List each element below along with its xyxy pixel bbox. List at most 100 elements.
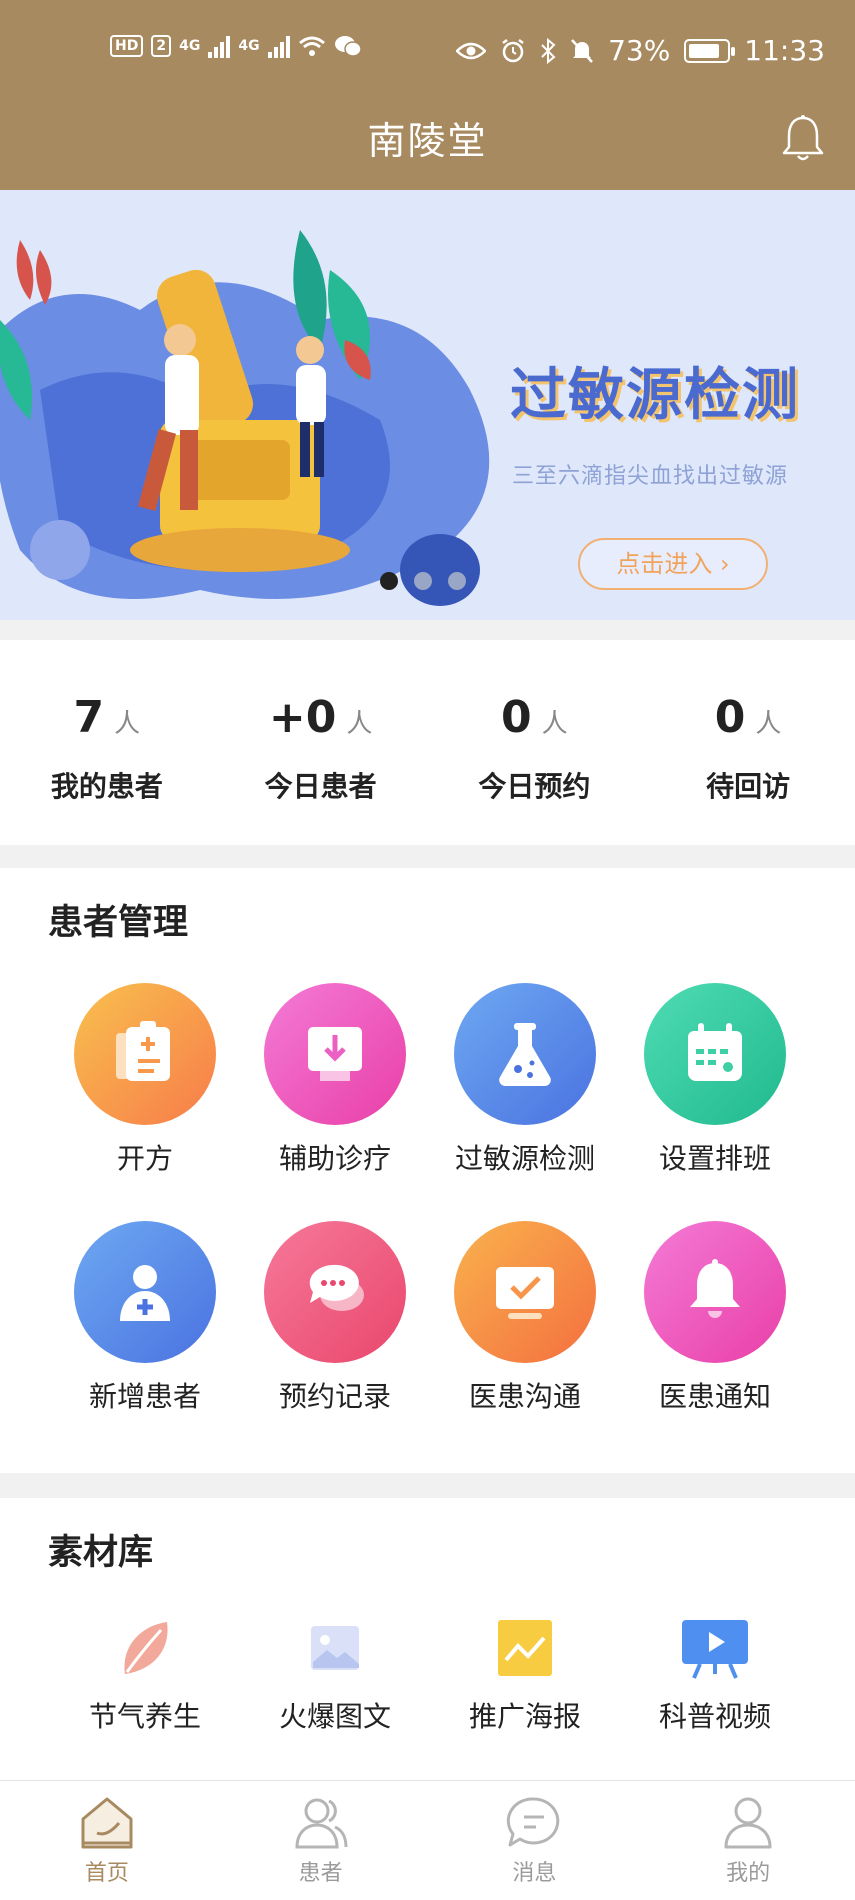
material-promo-posters[interactable]: 推广海报 [430, 1613, 620, 1735]
tab-patients[interactable]: 患者 [214, 1781, 428, 1900]
wifi-icon [298, 36, 325, 56]
menu-label: 节气养生 [88, 1700, 201, 1733]
download-screen-icon [264, 983, 406, 1125]
menu-label: 辅助诊疗 [278, 1142, 391, 1175]
menu-prescription[interactable]: 开方 [50, 983, 240, 1177]
banner-subtitle: 三至六滴指尖血找出过敏源 [512, 464, 789, 489]
stat-unit: 人 [114, 709, 141, 739]
hd-badge: HD [110, 35, 144, 57]
section-title: 素材库 [48, 1533, 154, 1573]
stat-value: 0 [501, 692, 532, 743]
menu-label: 医患通知 [658, 1380, 771, 1413]
promo-banner[interactable]: 过敏源检测 三至六滴指尖血找出过敏源 点击进入 › [0, 190, 855, 620]
battery-percent: 73% [608, 34, 671, 67]
menu-label: 开方 [116, 1142, 173, 1175]
material-science-videos[interactable]: 科普视频 [620, 1613, 810, 1735]
menu-doctor-patient-notice[interactable]: 医患通知 [620, 1221, 810, 1415]
menu-label: 推广海报 [468, 1700, 581, 1733]
carousel-dots[interactable] [380, 572, 466, 590]
stat-unit: 人 [346, 709, 373, 739]
stat-label: 今日预约 [478, 770, 591, 803]
clock: 11:33 [744, 34, 825, 67]
message-icon [507, 1797, 560, 1847]
flask-icon [454, 983, 596, 1125]
material-seasonal-health[interactable]: 节气养生 [50, 1613, 240, 1735]
add-person-icon [74, 1221, 216, 1363]
tab-label: 患者 [298, 1861, 343, 1886]
prescription-icon [74, 983, 216, 1125]
image-icon [300, 1613, 370, 1683]
stat-value: 7 [73, 692, 105, 743]
app-header: HD 2 4G 4G 73% 11:33 南陵堂 [0, 0, 855, 190]
tab-label: 首页 [84, 1861, 129, 1886]
tab-profile[interactable]: 我的 [641, 1781, 855, 1900]
stats-panel: 7人 我的患者 +0 人 今日患者 0人 今日预约 0人 待回访 [0, 640, 855, 845]
tab-label: 我的 [726, 1861, 771, 1886]
patient-management-grid: 开方 辅助诊疗 过敏源检测 设置排班 新增患者 预约记录 医患沟通 医患通知 [50, 983, 810, 1415]
banner-title: 过敏源检测 [510, 363, 800, 428]
menu-allergy-test[interactable]: 过敏源检测 [430, 983, 620, 1177]
menu-label: 设置排班 [658, 1142, 771, 1175]
stat-label: 待回访 [706, 770, 791, 803]
stat-label: 今日患者 [264, 770, 377, 803]
menu-label: 预约记录 [278, 1380, 391, 1413]
menu-label: 科普视频 [658, 1700, 771, 1733]
bottom-tab-bar: 首页 患者 消息 我的 [0, 1780, 855, 1900]
bluetooth-icon [541, 37, 556, 64]
wechat-icon [334, 36, 362, 57]
bell-icon[interactable] [781, 114, 825, 164]
page-title: 南陵堂 [367, 119, 488, 163]
bell-icon [644, 1221, 786, 1363]
carousel-dot-1[interactable] [380, 572, 398, 590]
menu-label: 医患沟通 [468, 1380, 581, 1413]
materials-section: 素材库 节气养生 火爆图文 推广海报 科普视频 [0, 1498, 855, 1780]
video-screen-icon [680, 1613, 750, 1683]
patient-management-section: 患者管理 开方 辅助诊疗 过敏源检测 设置排班 新增患者 预约记录 医患沟通 医… [0, 868, 855, 1473]
stat-today-appointments[interactable]: 0人 今日预约 [428, 640, 642, 845]
poster-chart-icon [490, 1613, 560, 1683]
section-title: 患者管理 [48, 903, 189, 943]
menu-schedule[interactable]: 设置排班 [620, 983, 810, 1177]
monitor-check-icon [454, 1221, 596, 1363]
material-hot-articles[interactable]: 火爆图文 [240, 1613, 430, 1735]
stat-value: +0 [268, 692, 337, 743]
network-2-label: 4G [238, 38, 260, 54]
tab-messages[interactable]: 消息 [428, 1781, 642, 1900]
stat-value: 0 [714, 692, 746, 743]
mute-icon [571, 38, 593, 63]
signal-icon-2 [267, 34, 290, 58]
sim-badge: 2 [151, 35, 172, 57]
status-left: HD 2 4G 4G [110, 34, 362, 58]
carousel-dot-2[interactable] [414, 572, 432, 590]
stat-unit: 人 [755, 709, 782, 739]
patients-icon [295, 1798, 348, 1849]
menu-doctor-patient-chat[interactable]: 医患沟通 [430, 1221, 620, 1415]
tab-home[interactable]: 首页 [0, 1781, 214, 1900]
stat-label: 我的患者 [50, 770, 163, 803]
network-1-label: 4G [179, 38, 201, 54]
stat-my-patients[interactable]: 7人 我的患者 [0, 640, 214, 845]
menu-label: 过敏源检测 [454, 1142, 595, 1175]
stat-today-patients[interactable]: +0 人 今日患者 [214, 640, 428, 845]
carousel-dot-3[interactable] [448, 572, 466, 590]
home-icon [81, 1797, 133, 1849]
menu-assisted-diagnosis[interactable]: 辅助诊疗 [240, 983, 430, 1177]
stat-unit: 人 [541, 709, 568, 739]
signal-icon [208, 34, 231, 58]
battery-icon [684, 38, 736, 63]
profile-icon [724, 1797, 772, 1849]
banner-enter-button[interactable]: 点击进入 › [578, 538, 768, 590]
menu-label: 新增患者 [88, 1380, 201, 1413]
menu-label: 火爆图文 [278, 1700, 391, 1733]
menu-add-patient[interactable]: 新增患者 [50, 1221, 240, 1415]
calendar-icon [644, 983, 786, 1125]
tab-label: 消息 [512, 1861, 557, 1886]
materials-grid: 节气养生 火爆图文 推广海报 科普视频 [50, 1613, 810, 1735]
stat-pending-followup[interactable]: 0人 待回访 [641, 640, 855, 845]
menu-appointment-records[interactable]: 预约记录 [240, 1221, 430, 1415]
banner-illustration [0, 230, 490, 606]
leaf-icon [110, 1613, 180, 1683]
status-bar: HD 2 4G 4G 73% 11:33 [0, 0, 855, 105]
eye-icon [456, 42, 487, 59]
chat-bubbles-icon [264, 1221, 406, 1363]
